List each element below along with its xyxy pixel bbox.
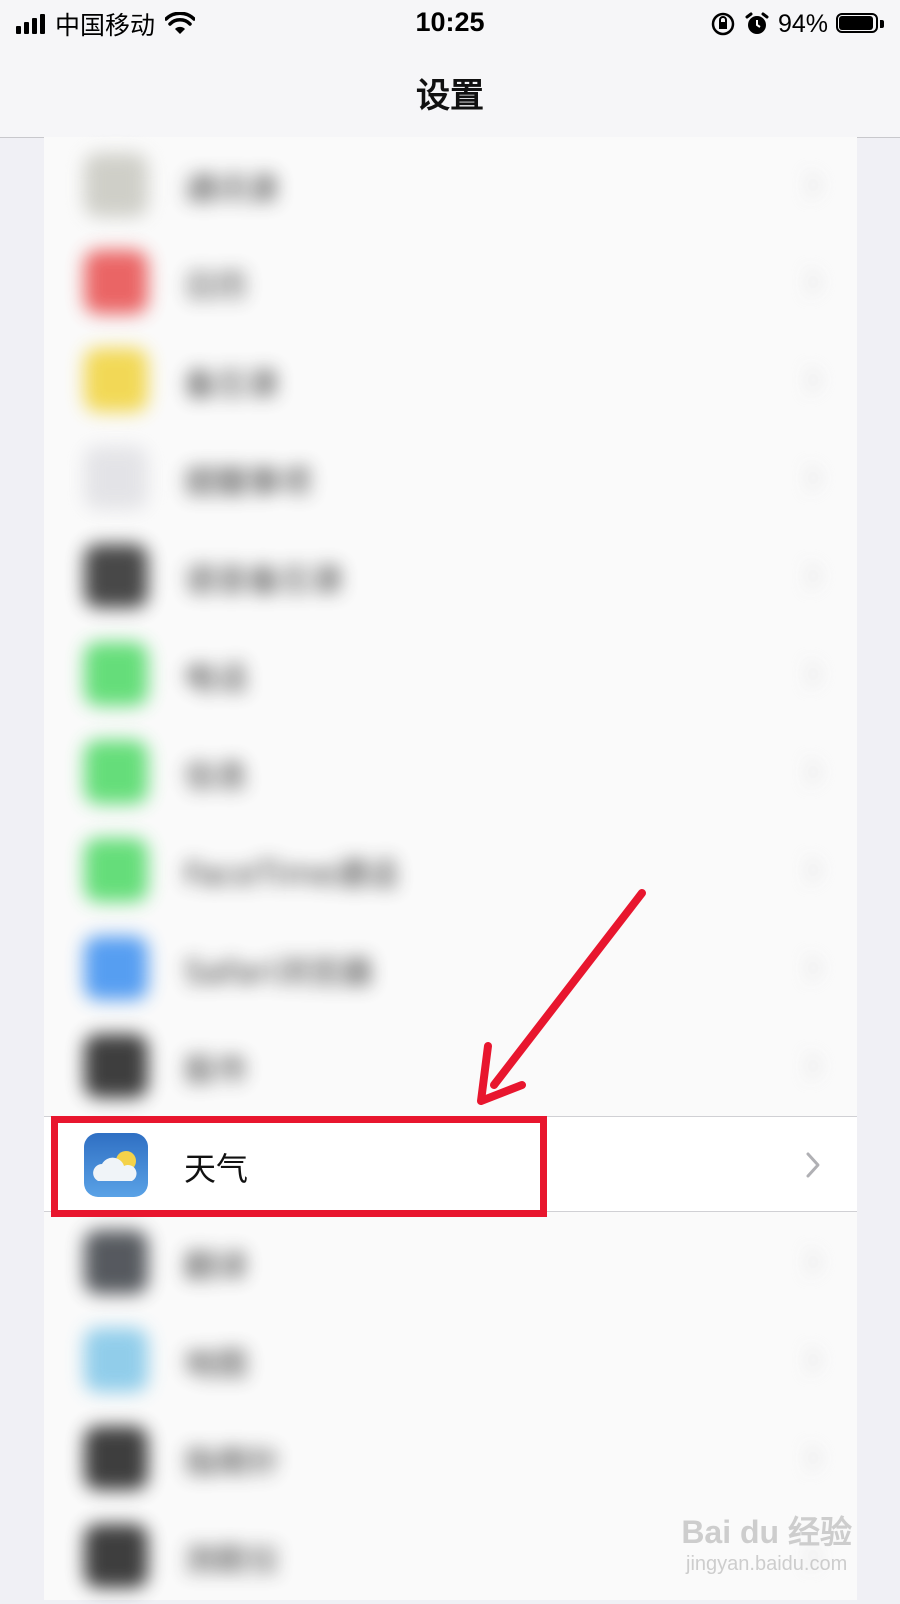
blurred-content: 翻译 — [44, 1214, 857, 1310]
chevron-right-icon — [806, 857, 821, 883]
settings-item-label: 地图 — [184, 1345, 249, 1383]
chevron-right-icon — [806, 269, 821, 295]
chevron-right-icon — [806, 172, 821, 198]
navigation-bar: 设置 — [0, 48, 900, 138]
app-icon — [84, 446, 148, 510]
settings-item-label: 通讯录 — [184, 170, 281, 208]
settings-item[interactable]: 语音备忘录 — [44, 528, 857, 624]
settings-item[interactable]: 通讯录 — [44, 137, 857, 233]
settings-item-label: 信息 — [184, 757, 249, 795]
blurred-content: 指南针 — [44, 1410, 857, 1506]
page-title: 设置 — [416, 76, 484, 116]
app-icon — [84, 1034, 148, 1098]
watermark-sub: jingyan.baidu.com — [686, 1553, 848, 1575]
app-icon — [84, 250, 148, 314]
blurred-content: 股市 — [44, 1018, 857, 1114]
chevron-right-icon — [806, 1152, 820, 1178]
settings-item-label: 电话 — [184, 659, 249, 697]
chevron-right-icon — [806, 1249, 821, 1275]
chevron-right-icon — [806, 1445, 821, 1471]
settings-item[interactable]: 电话 — [44, 626, 857, 722]
status-bar: 中国移动 10:25 94% — [0, 0, 900, 48]
chevron-right-icon — [806, 367, 821, 393]
app-icon — [84, 740, 148, 804]
settings-item-label: Safari浏览器 — [184, 953, 373, 991]
chevron-right-icon — [806, 1347, 821, 1373]
settings-item-label: 翻译 — [184, 1247, 249, 1285]
settings-item[interactable]: FaceTime通话 — [44, 822, 857, 918]
app-icon — [84, 1524, 148, 1588]
settings-item[interactable]: 地图 — [44, 1312, 857, 1408]
app-icon — [84, 1328, 148, 1392]
battery-icon — [836, 13, 884, 35]
app-icon — [84, 153, 148, 217]
blurred-content: Safari浏览器 — [44, 920, 857, 1016]
settings-item-label: 提醒事项 — [184, 463, 313, 501]
blurred-content: 电话 — [44, 626, 857, 722]
watermark-main: Bai du 经验 — [681, 1514, 852, 1550]
chevron-right-icon — [806, 955, 821, 981]
app-icon — [84, 544, 148, 608]
settings-item-label: 股市 — [184, 1051, 249, 1089]
settings-item-label: 备忘录 — [184, 365, 281, 403]
blurred-content: 通讯录 — [44, 137, 857, 233]
settings-item[interactable]: 股市 — [44, 1018, 857, 1114]
app-icon — [84, 1426, 148, 1490]
app-icon — [84, 936, 148, 1000]
settings-item-label: 测距仪 — [184, 1541, 281, 1579]
watermark: Bai du 经验 jingyan.baidu.com — [681, 1507, 852, 1576]
chevron-right-icon — [806, 1053, 821, 1079]
blurred-content: 语音备忘录 — [44, 528, 857, 624]
blurred-content: 日历 — [44, 234, 857, 330]
status-right: 94% — [710, 6, 884, 42]
highlight-box — [51, 1116, 547, 1217]
orientation-lock-icon — [711, 12, 735, 36]
blurred-content: 备忘录 — [44, 332, 857, 428]
settings-item-label: 语音备忘录 — [184, 561, 345, 599]
chevron-right-icon — [806, 465, 821, 491]
chevron-right-icon — [806, 661, 821, 687]
settings-item[interactable]: 信息 — [44, 724, 857, 820]
app-icon — [84, 348, 148, 412]
app-icon — [84, 1230, 148, 1294]
app-icon — [84, 642, 148, 706]
settings-item[interactable]: 指南针 — [44, 1410, 857, 1506]
settings-item-label: FaceTime通话 — [184, 855, 399, 893]
settings-item[interactable]: 提醒事项 — [44, 430, 857, 526]
chevron-right-icon — [806, 759, 821, 785]
app-icon — [84, 838, 148, 902]
settings-item[interactable]: Safari浏览器 — [44, 920, 857, 1016]
chevron-right-icon — [806, 563, 821, 589]
blurred-content: 地图 — [44, 1312, 857, 1408]
settings-item-label: 指南针 — [184, 1443, 281, 1481]
blurred-content: 信息 — [44, 724, 857, 820]
settings-item[interactable]: 日历 — [44, 234, 857, 330]
settings-item-label: 日历 — [184, 267, 249, 305]
settings-item[interactable]: 备忘录 — [44, 332, 857, 428]
battery-percent: 94% — [777, 9, 828, 38]
alarm-icon — [745, 12, 769, 34]
blurred-content: 提醒事项 — [44, 430, 857, 526]
settings-item[interactable]: 翻译 — [44, 1214, 857, 1310]
blurred-content: FaceTime通话 — [44, 822, 857, 918]
